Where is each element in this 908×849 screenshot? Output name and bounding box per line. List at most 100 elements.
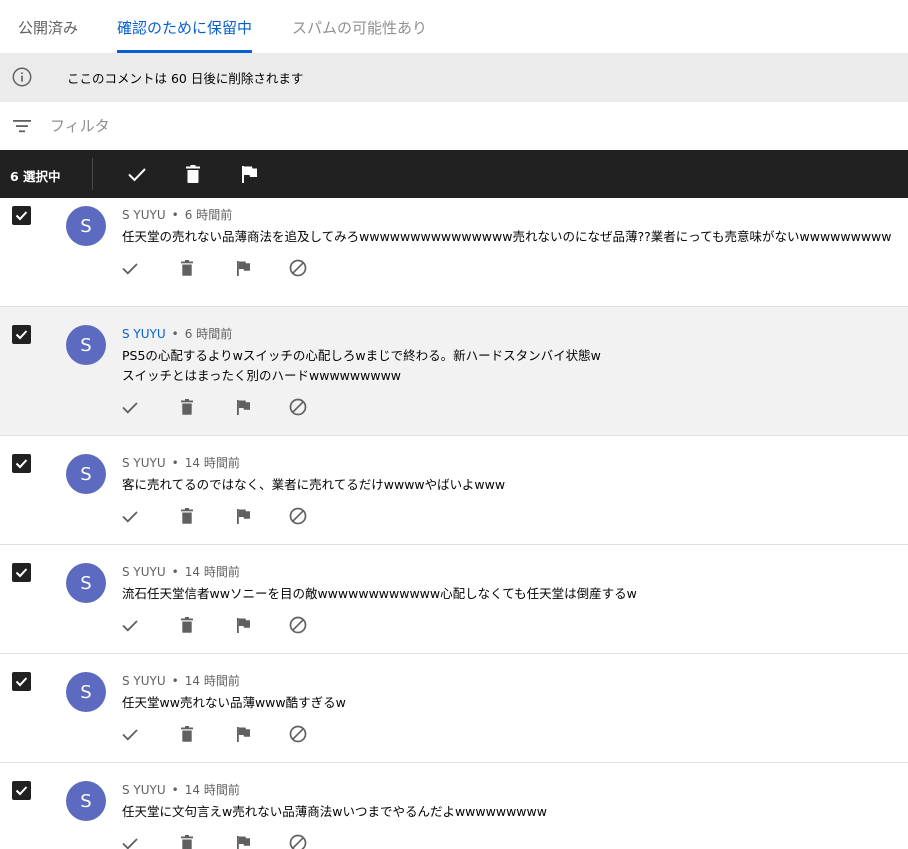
- comment-checkbox[interactable]: [12, 563, 31, 582]
- meta-separator: •: [171, 565, 179, 579]
- comment-time[interactable]: 14 時間前: [185, 565, 240, 579]
- approve-icon[interactable]: [120, 397, 140, 417]
- avatar[interactable]: S: [66, 563, 106, 603]
- comment-text: 任天堂の売れない品薄商法を追及してみろwwwwwwwwwwwwwww売れないのに…: [122, 227, 892, 247]
- info-icon: [12, 67, 32, 87]
- selection-divider: [92, 158, 93, 190]
- comment-line: 任天堂に文句言えw売れない品薄商法wいつまでやるんだよwwwwwwwww: [122, 804, 547, 819]
- comment-line: PS5の心配するよりwスイッチの心配しろwまじで終わる。新ハードスタンバイ状態w: [122, 348, 601, 363]
- comment-checkbox[interactable]: [12, 781, 31, 800]
- avatar[interactable]: S: [66, 325, 106, 365]
- meta-separator: •: [171, 208, 179, 222]
- filter-icon[interactable]: [12, 117, 32, 135]
- flag-icon[interactable]: [233, 615, 253, 635]
- flag-icon[interactable]: [233, 397, 253, 417]
- comment-time[interactable]: 14 時間前: [185, 674, 240, 688]
- avatar[interactable]: S: [66, 206, 106, 246]
- avatar[interactable]: S: [66, 672, 106, 712]
- delete-icon[interactable]: [177, 397, 197, 417]
- approve-icon[interactable]: [120, 724, 140, 744]
- comment-author[interactable]: S YUYU: [122, 565, 166, 579]
- flag-icon[interactable]: [233, 724, 253, 744]
- block-icon[interactable]: [288, 506, 308, 526]
- comment-list: SS YUYU • 6 時間前 任天堂の売れない品薄商法を追及してみろwwwwwwww…: [0, 198, 908, 849]
- comment-meta: S YUYU • 14 時間前: [122, 781, 240, 798]
- banner-text: ここのコメントは 60 日後に削除されます: [67, 71, 304, 86]
- avatar[interactable]: S: [66, 454, 106, 494]
- comment-checkbox[interactable]: [12, 325, 31, 344]
- tab-bar: 公開済み 確認のために保留中 スパムの可能性あり: [0, 0, 908, 53]
- flag-icon[interactable]: [237, 162, 261, 186]
- approve-icon[interactable]: [120, 615, 140, 635]
- comment-author[interactable]: S YUYU: [122, 674, 166, 688]
- comment-text: 客に売れてるのではなく、業者に売れてるだけwwwwやばいよwww: [122, 475, 505, 495]
- comment-meta: S YUYU • 6 時間前: [122, 206, 232, 223]
- comment-time[interactable]: 6 時間前: [185, 327, 232, 341]
- checkmark-icon: [15, 330, 28, 340]
- comment-text: 流石任天堂信者wwソニーを目の敵wwwwwwwwwwww心配しなくても任天堂は倒…: [122, 584, 637, 604]
- delete-icon[interactable]: [181, 162, 205, 186]
- selection-bar: 6 選択中: [0, 150, 908, 198]
- comment-author[interactable]: S YUYU: [122, 456, 166, 470]
- comment-line: スイッチとはまったく別のハードwwwwwwwww: [122, 368, 402, 383]
- comment-row: S S YUYU • 14 時間前任天堂ww売れない品薄www酷すぎるw: [0, 654, 908, 763]
- info-banner: ここのコメントは 60 日後に削除されます: [0, 53, 908, 102]
- block-icon[interactable]: [288, 397, 308, 417]
- comment-row: S S YUYU • 14 時間前客に売れてるのではなく、業者に売れてるだけwwwwや…: [0, 436, 908, 545]
- block-icon[interactable]: [288, 258, 308, 278]
- checkmark-icon: [15, 786, 28, 796]
- delete-icon[interactable]: [177, 258, 197, 278]
- avatar[interactable]: S: [66, 781, 106, 821]
- checkmark-icon: [15, 459, 28, 469]
- tab-held-for-review[interactable]: 確認のために保留中: [117, 0, 253, 53]
- comment-text: 任天堂ww売れない品薄www酷すぎるw: [122, 693, 346, 713]
- delete-icon[interactable]: [177, 833, 197, 849]
- comment-line: 任天堂ww売れない品薄www酷すぎるw: [122, 695, 346, 710]
- comment-author[interactable]: S YUYU: [122, 327, 166, 341]
- selection-count: 6 選択中: [10, 169, 61, 184]
- comment-time[interactable]: 6 時間前: [185, 208, 232, 222]
- delete-icon[interactable]: [177, 724, 197, 744]
- comment-text: PS5の心配するよりwスイッチの心配しろwまじで終わる。新ハードスタンバイ状態w…: [122, 346, 601, 386]
- comment-line: 流石任天堂信者wwソニーを目の敵wwwwwwwwwwww心配しなくても任天堂は倒…: [122, 586, 637, 601]
- comment-row: S S YUYU • 14 時間前任天堂に文句言えw売れない品薄商法wいつまでやるんだ…: [0, 763, 908, 849]
- filter-bar: [0, 102, 908, 150]
- comment-checkbox[interactable]: [12, 454, 31, 473]
- delete-icon[interactable]: [177, 615, 197, 635]
- comment-time[interactable]: 14 時間前: [185, 456, 240, 470]
- comment-text: 任天堂に文句言えw売れない品薄商法wいつまでやるんだよwwwwwwwww: [122, 802, 547, 822]
- meta-separator: •: [171, 327, 179, 341]
- comment-row: S S YUYU • 14 時間前流石任天堂信者wwソニーを目の敵wwwwwwwwww…: [0, 545, 908, 654]
- checkmark-icon: [15, 211, 28, 221]
- block-icon[interactable]: [288, 833, 308, 849]
- tab-published[interactable]: 公開済み: [18, 0, 78, 53]
- flag-icon[interactable]: [233, 506, 253, 526]
- comment-time[interactable]: 14 時間前: [185, 783, 240, 797]
- comment-checkbox[interactable]: [12, 206, 31, 225]
- filter-input[interactable]: [50, 113, 550, 139]
- comment-meta: S YUYU • 14 時間前: [122, 454, 240, 471]
- block-icon[interactable]: [288, 724, 308, 744]
- flag-icon[interactable]: [233, 833, 253, 849]
- approve-icon[interactable]: [120, 833, 140, 849]
- comment-line: 客に売れてるのではなく、業者に売れてるだけwwwwやばいよwww: [122, 477, 506, 492]
- comment-row: S S YUYU • 6 時間前任天堂の売れない品薄商法を追及してみろwwwwwwww…: [0, 198, 908, 307]
- delete-icon[interactable]: [177, 506, 197, 526]
- comment-row: S S YUYU • 6 時間前 PS5の心配するよりwスイッチの心配しろwまじで終わる…: [0, 307, 908, 436]
- comment-line: 任天堂の売れない品薄商法を追及してみろwwwwwwwwwwwwwww売れないのに…: [122, 229, 892, 244]
- approve-icon[interactable]: [120, 506, 140, 526]
- tab-likely-spam[interactable]: スパムの可能性あり: [292, 0, 427, 53]
- flag-icon[interactable]: [233, 258, 253, 278]
- checkmark-icon: [15, 677, 28, 687]
- approve-icon[interactable]: [120, 258, 140, 278]
- block-icon[interactable]: [288, 615, 308, 635]
- comment-author[interactable]: S YUYU: [122, 783, 166, 797]
- meta-separator: •: [171, 674, 179, 688]
- meta-separator: •: [171, 456, 179, 470]
- meta-separator: •: [171, 783, 179, 797]
- comment-checkbox[interactable]: [12, 672, 31, 691]
- approve-icon[interactable]: [125, 162, 149, 186]
- checkmark-icon: [15, 568, 28, 578]
- comment-author[interactable]: S YUYU: [122, 208, 166, 222]
- comment-meta: S YUYU • 6 時間前: [122, 325, 232, 342]
